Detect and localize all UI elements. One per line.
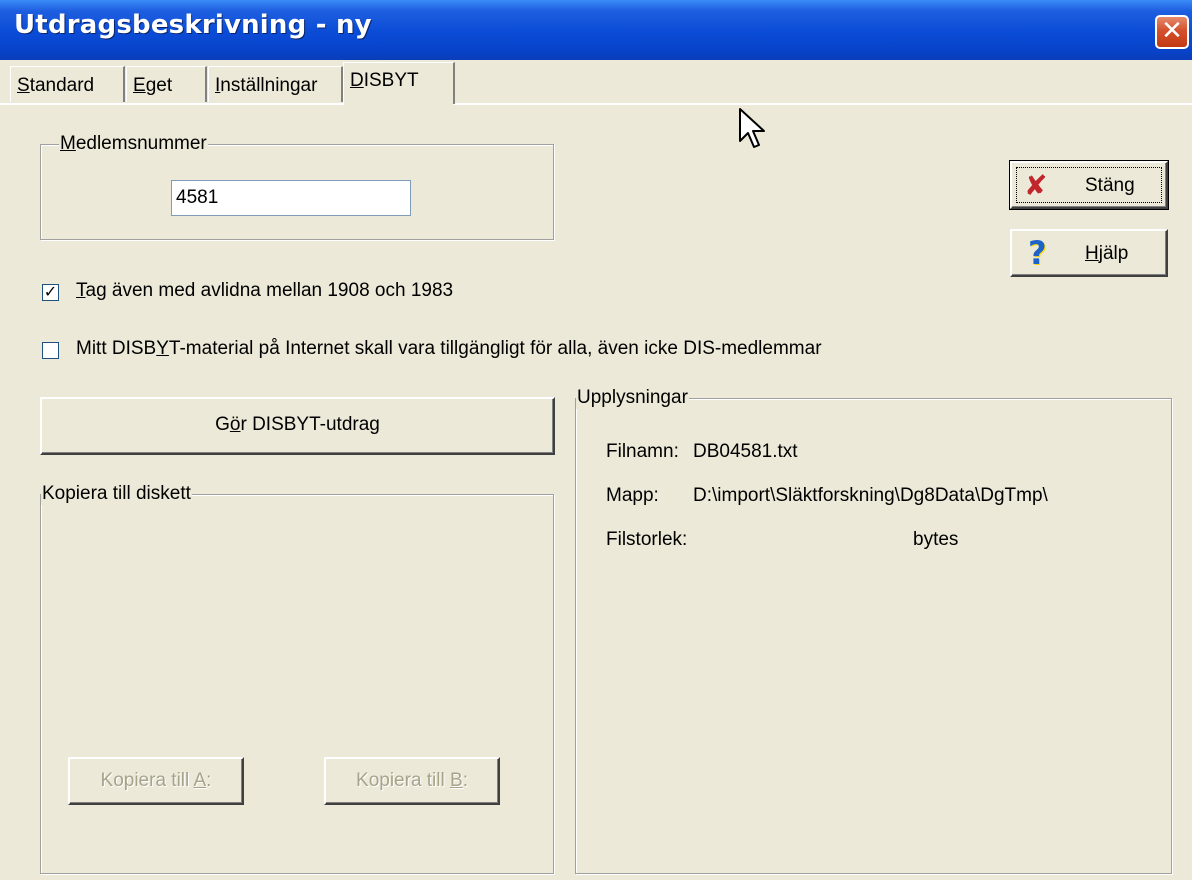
active-tab-joiner — [344, 102, 453, 106]
copy-to-diskette-group: Kopiera till diskett — [40, 483, 554, 874]
window-close-button[interactable]: ✕ — [1155, 15, 1189, 49]
help-button[interactable]: ? Hjälp — [1010, 229, 1168, 277]
close-x-icon: ✘ — [1024, 169, 1048, 202]
tab-installningar[interactable]: Inställningar — [208, 66, 343, 102]
help-button-label: Hjälp — [1085, 243, 1129, 264]
check-icon: ✓ — [43, 282, 58, 301]
filesize-unit: bytes — [913, 529, 959, 550]
close-button[interactable]: ✘ Stäng — [1009, 160, 1169, 210]
checkbox-public-material[interactable] — [42, 342, 59, 359]
close-icon: ✕ — [1161, 16, 1183, 46]
window-title: Utdragsbeskrivning - ny — [14, 10, 372, 40]
title-bar[interactable]: Utdragsbeskrivning - ny ✕ — [0, 0, 1192, 60]
member-number-input[interactable]: 4581 — [171, 180, 411, 216]
checkbox-include-deceased[interactable]: ✓ — [42, 284, 59, 301]
filename-value: DB04581.txt — [693, 441, 798, 462]
tab-disbyt[interactable]: DISBYT — [343, 62, 455, 104]
information-label: Upplysningar — [576, 387, 689, 409]
close-button-label: Stäng — [1085, 175, 1135, 196]
filename-key: Filnamn: — [606, 441, 679, 462]
include-deceased-label[interactable]: Tag även med avlidna mellan 1908 och 198… — [76, 280, 453, 302]
copy-to-b-label: Kopiera till B: — [356, 770, 468, 791]
tab-standard[interactable]: Standard — [10, 66, 125, 102]
copy-group-label: Kopiera till diskett — [41, 483, 192, 505]
tab-strip-border — [0, 103, 1192, 105]
folder-key: Mapp: — [606, 485, 659, 506]
question-icon: ? — [1028, 234, 1047, 272]
copy-to-a-button[interactable]: Kopiera till A: — [68, 757, 244, 805]
member-number-label: Medlemsnummer — [59, 133, 208, 155]
make-extract-label: Gör DISBYT-utdrag — [215, 414, 380, 435]
filesize-key: Filstorlek: — [606, 529, 688, 550]
dialog-window: Utdragsbeskrivning - ny ✕ Standard Eget … — [0, 0, 1192, 880]
public-material-label[interactable]: Mitt DISBYT-material på Internet skall v… — [76, 338, 822, 360]
copy-to-a-label: Kopiera till A: — [100, 770, 212, 791]
folder-value: D:\import\Släktforskning\Dg8Data\DgTmp\ — [693, 485, 1048, 506]
information-group: Upplysningar — [575, 387, 1172, 874]
make-extract-button[interactable]: Gör DISBYT-utdrag — [40, 397, 555, 455]
copy-to-b-button[interactable]: Kopiera till B: — [324, 757, 500, 805]
tab-eget[interactable]: Eget — [126, 66, 207, 102]
mouse-cursor-icon — [739, 108, 765, 148]
